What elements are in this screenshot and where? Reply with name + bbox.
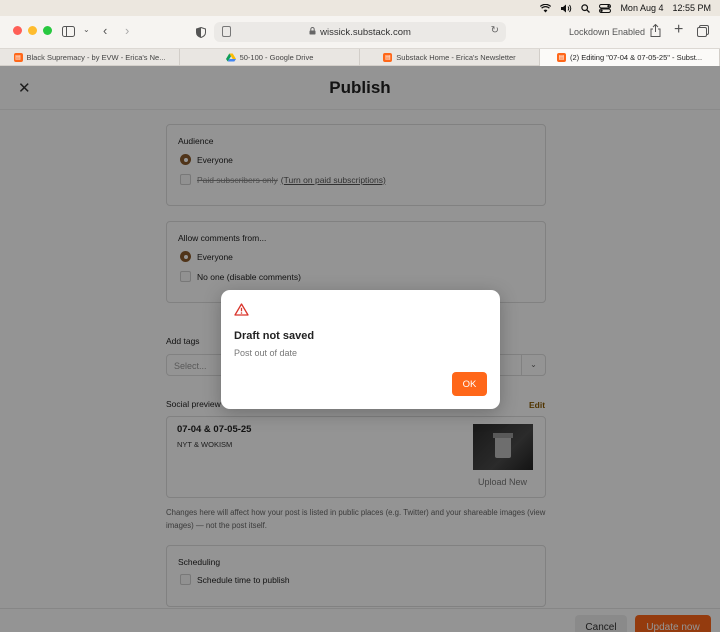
lockdown-status[interactable]: Lockdown Enabled — [569, 27, 645, 37]
control-center-icon[interactable] — [599, 3, 612, 13]
page-icon — [222, 26, 231, 37]
reload-icon[interactable]: ↻ — [491, 25, 499, 36]
zoom-window-button[interactable] — [43, 26, 52, 35]
new-tab-icon[interactable]: + — [674, 21, 683, 39]
tab-substack-home[interactable]: ▤ Substack Home - Erica's Newsletter — [360, 49, 540, 66]
tab-black-supremacy[interactable]: ▤ Black Supremacy - by EVW - Erica's Ne.… — [0, 49, 180, 66]
window-controls — [13, 26, 52, 35]
search-icon[interactable] — [581, 3, 591, 13]
address-bar[interactable]: wissick.substack.com ↻ — [214, 22, 506, 42]
browser-toolbar: ⌄ ‹ › wissick.substack.com ↻ Lockdown En… — [0, 16, 720, 48]
tab-bar: ▤ Black Supremacy - by EVW - Erica's Ne.… — [0, 48, 720, 66]
back-button[interactable]: ‹ — [103, 23, 107, 38]
lock-icon — [309, 27, 316, 37]
menubar-time[interactable]: 12:55 PM — [672, 3, 711, 13]
sidebar-toggle-icon[interactable] — [62, 25, 75, 40]
ok-button[interactable]: OK — [452, 372, 487, 396]
google-drive-icon — [225, 53, 236, 62]
menubar-date[interactable]: Mon Aug 4 — [620, 3, 663, 13]
tab-overview-icon[interactable] — [697, 25, 709, 40]
tab-label: 50-100 - Google Drive — [239, 53, 314, 62]
close-window-button[interactable] — [13, 26, 22, 35]
macos-menubar: Mon Aug 4 12:55 PM — [0, 0, 720, 16]
substack-icon: ▤ — [556, 53, 566, 62]
tab-google-drive[interactable]: 50-100 - Google Drive — [180, 49, 360, 66]
wifi-icon[interactable] — [540, 3, 552, 13]
warning-icon — [234, 303, 249, 321]
tab-label: (2) Editing "07-04 & 07-05-25" - Subst..… — [569, 53, 703, 62]
dialog-title: Draft not saved — [234, 330, 315, 342]
substack-icon: ▤ — [13, 53, 23, 62]
privacy-shield-icon[interactable] — [196, 26, 206, 41]
chevron-down-icon[interactable]: ⌄ — [83, 25, 90, 34]
volume-icon[interactable] — [560, 4, 572, 13]
address-text: wissick.substack.com — [320, 26, 411, 38]
draft-not-saved-dialog: Draft not saved Post out of date OK — [221, 290, 500, 409]
tab-label: Substack Home - Erica's Newsletter — [396, 53, 516, 62]
substack-icon: ▤ — [383, 53, 393, 62]
tab-label: Black Supremacy - by EVW - Erica's Ne... — [26, 53, 166, 62]
tab-editing-post[interactable]: ▤ (2) Editing "07-04 & 07-05-25" - Subst… — [540, 49, 720, 66]
minimize-window-button[interactable] — [28, 26, 37, 35]
share-icon[interactable] — [650, 23, 661, 40]
forward-button[interactable]: › — [125, 23, 129, 38]
dialog-message: Post out of date — [234, 348, 298, 358]
